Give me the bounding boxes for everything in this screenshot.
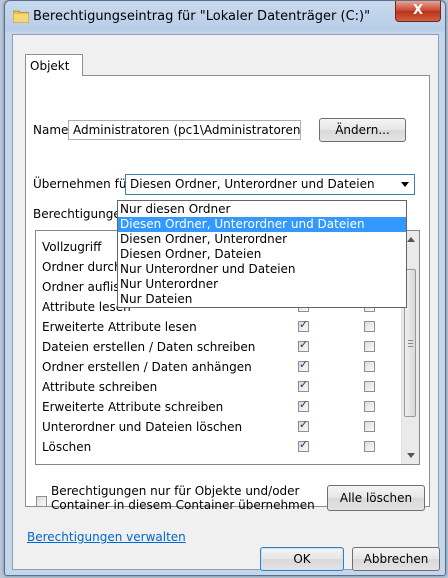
window-title: Berechtigungseintrag für "Lokaler Datent… bbox=[33, 9, 371, 24]
deny-checkbox[interactable] bbox=[364, 441, 375, 452]
table-row[interactable]: Erweiterte Attribute schreiben bbox=[36, 397, 402, 417]
deny-checkbox[interactable] bbox=[364, 421, 375, 432]
deny-checkbox[interactable] bbox=[364, 381, 375, 392]
permission-name: Ordner erstellen / Daten anhängen bbox=[42, 360, 252, 374]
apply-to-dropdown-list: Nur diesen Ordner Diesen Ordner, Unterord… bbox=[117, 200, 407, 308]
permission-entry-dialog: Berechtigungseintrag für "Lokaler Datent… bbox=[4, 0, 446, 576]
dropdown-option[interactable]: Nur Unterordner und Dateien bbox=[118, 262, 406, 277]
chevron-down-icon[interactable] bbox=[401, 182, 409, 187]
allow-checkbox[interactable] bbox=[298, 318, 309, 332]
deny-checkbox[interactable] bbox=[364, 341, 375, 352]
inherit-label-line1: Berechtigungen nur für Objekte und/oder bbox=[51, 484, 300, 498]
apply-to-selected-value: Diesen Ordner, Unterordner und Dateien bbox=[130, 177, 375, 191]
apply-to-select[interactable]: Diesen Ordner, Unterordner und Dateien bbox=[125, 174, 415, 195]
allow-checkbox[interactable] bbox=[298, 438, 309, 452]
inherit-label-line2: Container in diesem Container übernehmen bbox=[51, 498, 315, 512]
cancel-button[interactable]: Abbrechen bbox=[352, 547, 440, 571]
table-row[interactable]: Attribute schreiben bbox=[36, 377, 402, 397]
dropdown-option[interactable]: Nur diesen Ordner bbox=[118, 202, 406, 217]
folder-icon bbox=[13, 10, 29, 23]
inherit-checkbox[interactable] bbox=[36, 496, 47, 507]
apply-to-label: Übernehmen für: bbox=[33, 177, 136, 191]
table-row[interactable]: Dateien erstellen / Daten schreiben bbox=[36, 337, 402, 357]
permission-name: Vollzugriff bbox=[42, 240, 102, 254]
permission-name: Erweiterte Attribute schreiben bbox=[42, 400, 224, 414]
table-row[interactable]: Löschen bbox=[36, 437, 402, 457]
deny-checkbox[interactable] bbox=[364, 361, 375, 372]
manage-permissions-link[interactable]: Berechtigungen verwalten bbox=[27, 530, 186, 544]
deny-checkbox[interactable] bbox=[364, 401, 375, 412]
dropdown-option[interactable]: Diesen Ordner, Unterordner und Dateien bbox=[118, 217, 406, 232]
dialog-client-area: Objekt Name: Administratoren (pc1\Admini… bbox=[12, 34, 439, 570]
dropdown-option[interactable]: Diesen Ordner, Unterordner bbox=[118, 232, 406, 247]
permission-name: Unterordner und Dateien löschen bbox=[42, 420, 243, 434]
clear-all-button[interactable]: Alle löschen bbox=[327, 485, 425, 511]
allow-checkbox[interactable] bbox=[298, 358, 309, 372]
table-row[interactable]: Ordner erstellen / Daten anhängen bbox=[36, 357, 402, 377]
close-button[interactable]: X bbox=[395, 1, 441, 22]
allow-checkbox[interactable] bbox=[298, 398, 309, 412]
dropdown-option[interactable]: Nur Unterordner bbox=[118, 277, 406, 292]
dropdown-option[interactable]: Diesen Ordner, Dateien bbox=[118, 247, 406, 262]
scroll-up-icon[interactable] bbox=[407, 237, 415, 242]
change-button[interactable]: Ändern... bbox=[319, 118, 406, 142]
inherit-label: Berechtigungen nur für Objekte und/oder … bbox=[51, 484, 315, 512]
deny-checkbox[interactable] bbox=[364, 321, 375, 332]
permission-name: Löschen bbox=[42, 440, 92, 454]
allow-checkbox[interactable] bbox=[298, 338, 309, 352]
dropdown-option[interactable]: Nur Dateien bbox=[118, 292, 406, 307]
table-row[interactable]: Unterordner und Dateien löschen bbox=[36, 417, 402, 437]
name-field: Administratoren (pc1\Administratoren) bbox=[68, 120, 301, 140]
table-row[interactable]: Erweiterte Attribute lesen bbox=[36, 317, 402, 337]
permission-name: Attribute schreiben bbox=[42, 380, 158, 394]
ok-button[interactable]: OK bbox=[260, 547, 344, 571]
allow-checkbox[interactable] bbox=[298, 378, 309, 392]
title-bar[interactable]: Berechtigungseintrag für "Lokaler Datent… bbox=[5, 1, 445, 33]
permission-name: Erweiterte Attribute lesen bbox=[42, 320, 197, 334]
allow-checkbox[interactable] bbox=[298, 418, 309, 432]
name-label: Name: bbox=[33, 123, 73, 137]
permission-name: Dateien erstellen / Daten schreiben bbox=[42, 340, 256, 354]
scroll-down-icon[interactable] bbox=[407, 453, 415, 458]
tab-objekt[interactable]: Objekt bbox=[25, 54, 83, 76]
